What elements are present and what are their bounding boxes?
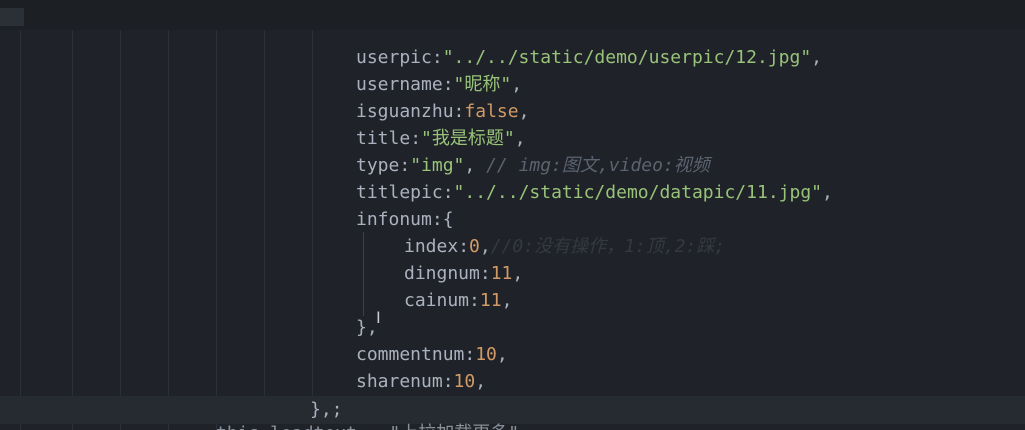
property-key: isguanzhu	[356, 101, 454, 122]
string-value: "../../static/demo/datapic/11.jpg"	[453, 182, 823, 203]
code-line-title[interactable]: title:"我是标题",	[356, 125, 526, 152]
number-value: 10	[475, 344, 497, 365]
colon: :	[442, 74, 454, 95]
comma: ,	[514, 128, 526, 149]
code-line-isguanzhu[interactable]: isguanzhu:false,	[356, 98, 529, 125]
code-line-titlepic[interactable]: titlepic:"../../static/demo/datapic/11.j…	[356, 179, 833, 206]
property-key: infonum	[356, 209, 432, 230]
comma: ,	[501, 290, 513, 311]
indent-guide	[264, 30, 265, 400]
code-line-username[interactable]: username:"昵称",	[356, 71, 522, 98]
inline-comment: //0:没有操作，1:顶,2:踩;	[490, 236, 726, 257]
colon: :	[399, 155, 411, 176]
property-key: sharenum	[356, 371, 443, 392]
property-key: index	[404, 236, 459, 257]
boolean-value: false	[464, 101, 519, 122]
indent-guide	[72, 30, 73, 430]
colon: :	[469, 290, 480, 311]
code-line-infonum[interactable]: infonum:{	[356, 206, 454, 233]
property-key: commentnum	[356, 344, 465, 365]
number-value: 11	[490, 263, 513, 284]
code-line-infonum-close[interactable]: },	[356, 314, 378, 341]
inline-comment: // img:图文,video:视频	[486, 155, 710, 176]
colon: :	[410, 128, 422, 149]
property-key: type	[356, 155, 400, 176]
number-value: 0	[469, 236, 480, 257]
comma: ,	[512, 263, 524, 284]
property-key: title	[356, 128, 411, 149]
indent-guide	[20, 30, 21, 430]
colon: :	[453, 101, 465, 122]
code-editor[interactable]: userpic:"../../static/demo/userpic/12.jp…	[0, 0, 1025, 430]
code-line-userpic[interactable]: userpic:"../../static/demo/userpic/12.jp…	[356, 44, 822, 71]
text-cursor-icon: I	[376, 308, 381, 327]
property-key: titlepic	[356, 182, 443, 203]
colon: :	[442, 371, 454, 392]
number-value: 10	[453, 371, 476, 392]
number-value: 11	[479, 290, 502, 311]
comma: ,	[496, 344, 508, 365]
property-key: username	[356, 74, 443, 95]
editor-tab-fragment[interactable]	[0, 8, 24, 26]
colon: :	[464, 344, 476, 365]
colon: :	[479, 263, 491, 284]
indent-guide	[216, 30, 217, 430]
closing-brace: },	[356, 317, 378, 338]
code-line-commentnum[interactable]: commentnum:10,	[356, 341, 508, 368]
colon: :	[458, 236, 470, 257]
property-key: dingnum	[404, 263, 480, 284]
string-value: "img"	[410, 155, 465, 176]
comma: ,	[475, 371, 487, 392]
indent-guide	[312, 30, 313, 400]
string-value: "../../static/demo/userpic/12.jpg"	[442, 47, 812, 68]
colon: :	[442, 182, 454, 203]
infonum-indent-guide	[363, 232, 364, 316]
code-line-cainum[interactable]: cainum:11,	[404, 287, 512, 314]
code-line-cutoff[interactable]: this.loadtext = "上拉加载更多"	[216, 420, 519, 430]
code-line-type[interactable]: type:"img", // img:图文,video:视频	[356, 152, 710, 179]
indent-guide	[120, 30, 121, 430]
editor-top-strip	[0, 0, 1025, 30]
code-line-index[interactable]: index:0,//0:没有操作，1:顶,2:踩;	[404, 233, 725, 260]
colon-brace: :{	[431, 209, 454, 230]
comma: ,	[822, 182, 833, 203]
comma: ,	[811, 47, 823, 68]
property-key: userpic	[356, 47, 432, 68]
property-key: cainum	[404, 290, 470, 311]
comma: ,	[518, 101, 530, 122]
indent-guide	[168, 30, 169, 430]
closing-brace: },;	[310, 399, 343, 420]
comma: ,	[479, 236, 491, 257]
comma: ,	[511, 74, 523, 95]
code-line-sharenum[interactable]: sharenum:10,	[356, 368, 486, 395]
string-value: "昵称"	[453, 74, 512, 95]
code-line-object-close[interactable]: },;	[310, 396, 343, 423]
code-line-dingnum[interactable]: dingnum:11,	[404, 260, 523, 287]
colon: :	[431, 47, 443, 68]
string-value: "我是标题"	[421, 128, 515, 149]
comma: ,	[464, 155, 487, 176]
